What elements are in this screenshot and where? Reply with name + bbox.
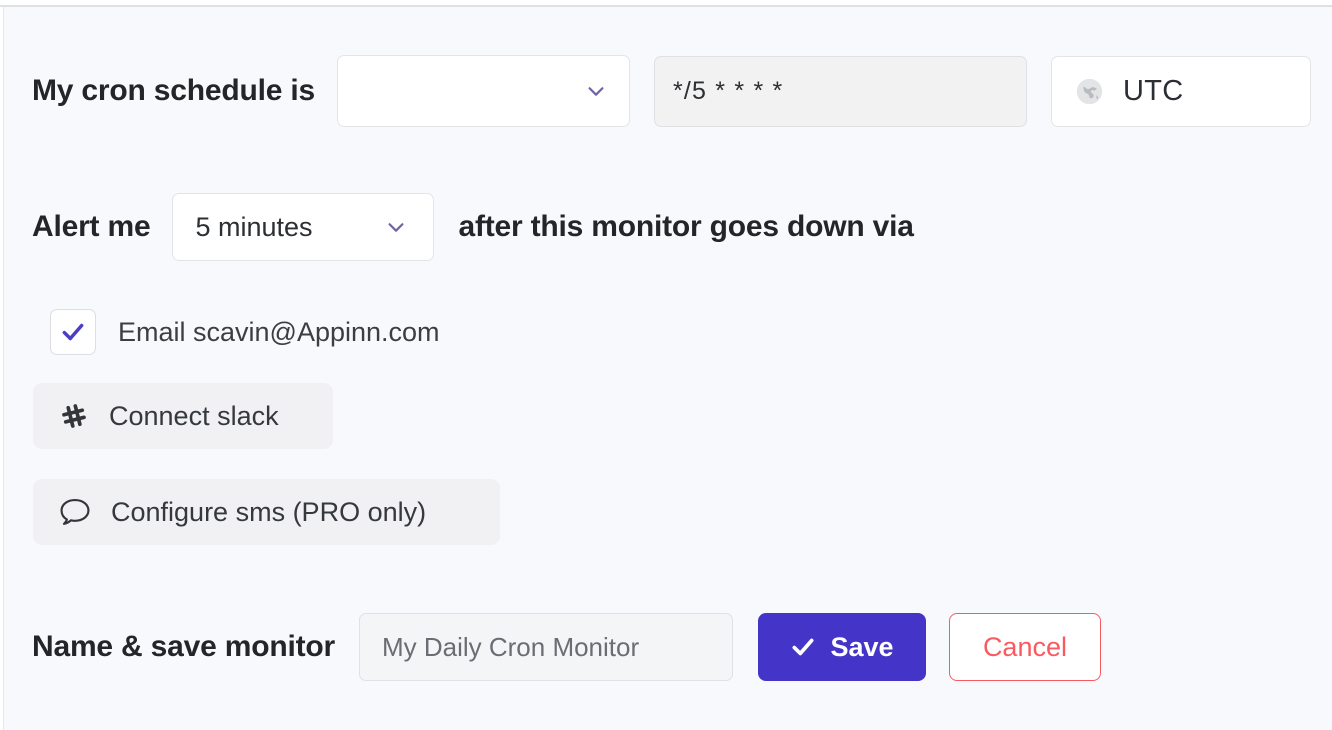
configure-sms-button[interactable]: Configure sms (PRO only) (33, 479, 500, 545)
check-icon (792, 638, 814, 656)
email-channel-label: Email scavin@Appinn.com (118, 316, 440, 347)
alert-delay-value: 5 minutes (195, 211, 313, 242)
save-button-label: Save (830, 631, 894, 662)
cron-monitor-setup-panel: My cron schedule is */5 * * * * UTC Aler… (0, 0, 1332, 730)
cron-schedule-row: My cron schedule is */5 * * * * UTC (32, 55, 1311, 127)
cancel-button[interactable]: Cancel (948, 613, 1101, 681)
name-and-save-row: Name & save monitor My Daily Cron Monito… (32, 613, 1101, 681)
alert-delay-select[interactable]: 5 minutes (172, 193, 435, 261)
globe-icon (1076, 78, 1103, 104)
slack-hash-icon (62, 404, 86, 428)
cron-expression-value: */5 * * * * (672, 76, 784, 105)
monitor-name-input[interactable]: My Daily Cron Monitor (358, 613, 733, 681)
connect-slack-button[interactable]: Connect slack (33, 383, 333, 449)
timezone-select[interactable]: UTC (1050, 55, 1311, 127)
cron-preset-select[interactable] (336, 55, 630, 127)
speech-bubble-icon (60, 498, 90, 525)
alert-suffix-label: after this monitor goes down via (458, 210, 914, 243)
cron-expression-input[interactable]: */5 * * * * (653, 55, 1027, 127)
cron-schedule-label: My cron schedule is (32, 74, 315, 107)
connect-slack-label: Connect slack (109, 400, 279, 431)
email-channel-row[interactable]: Email scavin@Appinn.com (50, 307, 440, 357)
check-icon (62, 323, 84, 341)
cancel-button-label: Cancel (982, 631, 1067, 662)
timezone-value: UTC (1122, 74, 1184, 107)
configure-sms-label: Configure sms (PRO only) (111, 496, 427, 527)
email-checkbox[interactable] (50, 309, 96, 355)
name-save-monitor-label: Name & save monitor (32, 630, 335, 663)
chevron-down-icon (385, 216, 407, 238)
monitor-name-value: My Daily Cron Monitor (381, 631, 640, 662)
alert-delay-row: Alert me 5 minutes after this monitor go… (32, 193, 914, 261)
chevron-down-icon (585, 80, 607, 102)
alert-me-label: Alert me (32, 210, 151, 243)
form-card: My cron schedule is */5 * * * * UTC Aler… (3, 7, 1332, 730)
save-button[interactable]: Save (757, 613, 926, 681)
